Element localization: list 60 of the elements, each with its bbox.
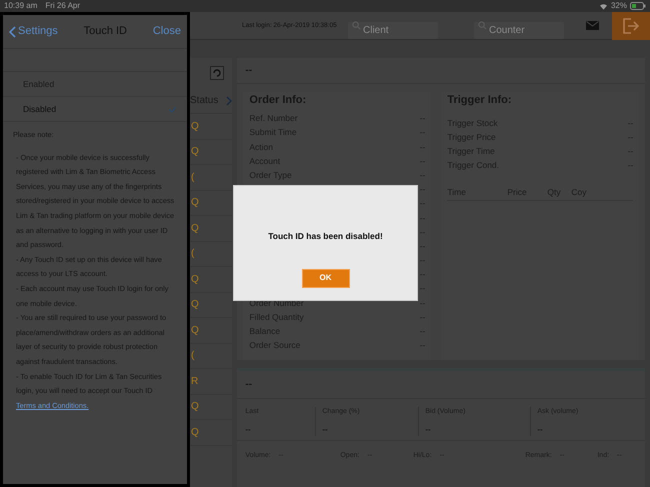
refresh-icon[interactable]	[210, 66, 224, 80]
quote-field-value: --	[537, 424, 544, 436]
order-info-value: --	[420, 226, 426, 238]
order-status-text: Q	[191, 222, 199, 236]
order-info-value: --	[420, 183, 426, 196]
order-info-value: --	[420, 282, 426, 296]
order-info-value: --	[420, 325, 426, 338]
order-info-value: --	[420, 268, 426, 282]
search-field[interactable]: Counter	[474, 22, 564, 39]
order-status-text: Q	[191, 120, 199, 134]
trigger-info-value: --	[628, 145, 634, 158]
order-status-text: Q	[191, 196, 199, 210]
chevron-left-icon	[9, 26, 16, 38]
alert-message: Touch ID has been disabled!	[268, 230, 383, 243]
search-icon	[478, 21, 487, 30]
order-info-value: --	[420, 112, 426, 125]
quote-field-value: --	[322, 424, 329, 436]
order-status-text: Q	[191, 298, 199, 312]
ok-button[interactable]: OK	[302, 268, 350, 288]
order-status-text: (	[191, 349, 194, 364]
order-info-value: --	[420, 154, 426, 168]
quote-panel-title: --	[245, 378, 252, 392]
mail-icon[interactable]	[586, 21, 599, 30]
search-icon	[352, 21, 361, 30]
order-info-value: --	[420, 254, 426, 267]
status-date: Fri 26 Apr	[45, 0, 80, 12]
order-status-text: (	[191, 170, 194, 185]
order-panel-title: --	[245, 64, 252, 78]
order-status-text: R	[191, 374, 198, 389]
order-info-value: --	[420, 126, 426, 140]
order-status-text: Q	[191, 324, 199, 338]
order-info-value: --	[420, 212, 426, 224]
order-info-value: --	[420, 339, 426, 352]
status-time: 10:39 am	[4, 0, 38, 12]
checkmark-icon	[168, 106, 177, 112]
logout-button[interactable]	[612, 12, 650, 40]
order-status-text: (	[191, 247, 194, 262]
trigger-info-value: --	[628, 117, 634, 130]
order-info-value: --	[420, 197, 426, 210]
order-status-text: Q	[191, 400, 199, 414]
order-status-text: Q	[191, 145, 199, 160]
trigger-info-value: --	[628, 131, 634, 144]
logout-icon	[622, 18, 640, 34]
search-field[interactable]: Client	[348, 22, 438, 39]
quote-field-value: --	[425, 424, 432, 436]
order-info-value: --	[420, 168, 426, 182]
back-button[interactable]: Settings	[9, 23, 58, 40]
order-status-text: Q	[191, 426, 199, 440]
close-button[interactable]: Close	[152, 23, 181, 40]
trigger-info-value: --	[628, 159, 634, 172]
quote-field-value: --	[245, 424, 252, 436]
battery-percent: 32%	[610, 0, 627, 12]
order-status-text: Q	[191, 272, 199, 287]
wifi-icon	[598, 2, 608, 10]
order-info-value: --	[420, 240, 426, 253]
order-info-value: --	[420, 296, 426, 310]
order-info-value: --	[420, 310, 426, 324]
order-info-value: --	[420, 140, 426, 154]
chevron-right-icon[interactable]	[226, 96, 232, 106]
battery-icon	[630, 2, 646, 10]
